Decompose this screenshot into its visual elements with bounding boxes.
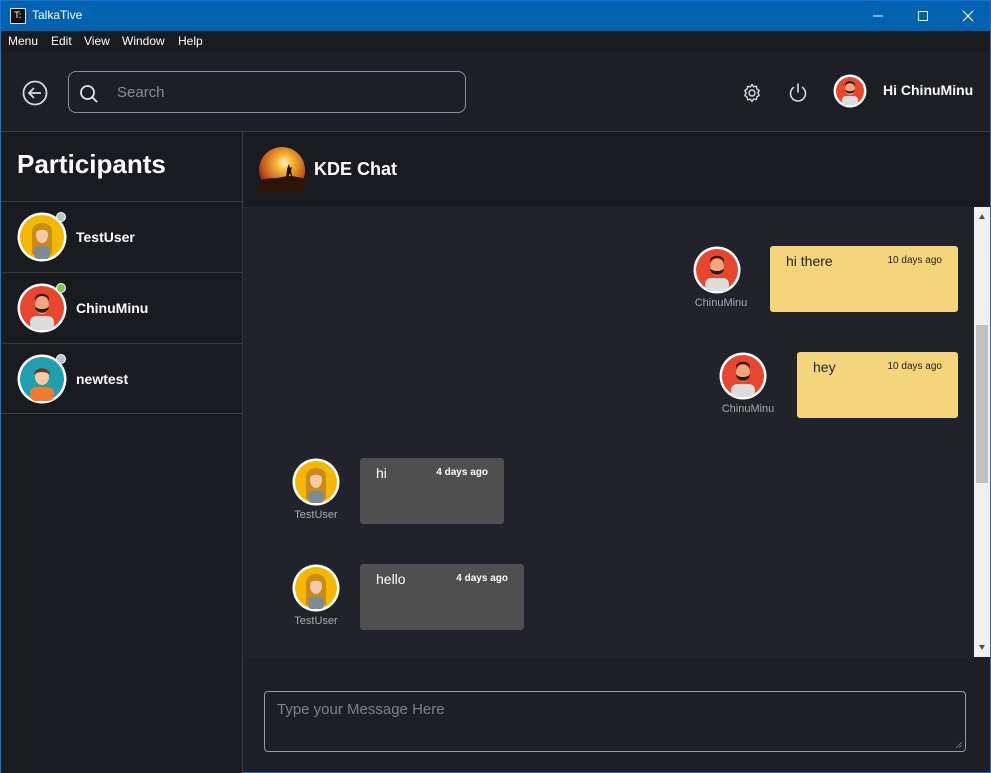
status-dot bbox=[56, 354, 66, 364]
close-button[interactable] bbox=[945, 1, 991, 31]
message-text: hey bbox=[813, 359, 836, 375]
sender-avatar bbox=[292, 458, 340, 506]
menu-item-menu[interactable]: Menu bbox=[8, 34, 38, 48]
sender-avatar bbox=[693, 246, 741, 294]
message-sender: TestUser bbox=[294, 615, 338, 627]
message-bubble: hi there 10 days ago bbox=[770, 246, 958, 312]
scrollbar-thumb[interactable] bbox=[976, 325, 988, 483]
menu-item-window[interactable]: Window bbox=[122, 34, 165, 48]
minimize-icon bbox=[873, 15, 883, 17]
message-scrollbar[interactable] bbox=[974, 207, 990, 657]
status-dot bbox=[56, 283, 66, 293]
chat-header: KDE Chat bbox=[244, 132, 990, 207]
participants-sidebar: Participants TestUser ChinuMinu newtest bbox=[1, 132, 243, 773]
message-list[interactable]: ChinuMinu hi there 10 days ago ChinuMinu… bbox=[244, 207, 990, 657]
back-arrow-icon[interactable] bbox=[22, 80, 48, 106]
message-composer bbox=[264, 691, 966, 752]
resize-grip-icon[interactable] bbox=[955, 741, 963, 749]
search-icon bbox=[80, 85, 98, 103]
power-icon[interactable] bbox=[786, 81, 810, 105]
minimize-button[interactable] bbox=[855, 1, 901, 31]
scroll-down-icon[interactable] bbox=[978, 643, 986, 651]
close-icon bbox=[962, 10, 974, 22]
message-bubble: hi 4 days ago bbox=[360, 458, 504, 524]
participant-item-newtest[interactable]: newtest bbox=[1, 343, 242, 414]
sidebar-title: Participants bbox=[17, 149, 166, 179]
app-logo-icon: T: bbox=[10, 8, 26, 24]
user-avatar[interactable] bbox=[833, 74, 867, 108]
participant-name: TestUser bbox=[76, 229, 135, 245]
message-input[interactable] bbox=[277, 701, 953, 743]
message-sender: ChinuMinu bbox=[721, 403, 775, 415]
status-dot bbox=[56, 212, 66, 222]
group-avatar bbox=[259, 147, 305, 193]
participant-name: ChinuMinu bbox=[76, 300, 149, 316]
message-text: hello bbox=[376, 571, 406, 587]
sender-avatar bbox=[292, 564, 340, 612]
message-time: 4 days ago bbox=[456, 573, 508, 584]
title-bar: T: TalkaTive bbox=[1, 1, 990, 31]
message-time: 10 days ago bbox=[887, 255, 943, 266]
participant-name: newtest bbox=[76, 371, 129, 387]
message-sender: ChinuMinu bbox=[694, 297, 748, 309]
message-bubble: hey 10 days ago bbox=[797, 352, 958, 418]
app-window: T: TalkaTive Menu Edit View Window Help bbox=[0, 0, 991, 773]
window-title: TalkaTive bbox=[32, 8, 83, 22]
menu-item-view[interactable]: View bbox=[84, 34, 110, 48]
maximize-button[interactable] bbox=[900, 1, 946, 31]
message-time: 4 days ago bbox=[436, 467, 488, 478]
gear-icon[interactable] bbox=[740, 82, 764, 106]
chat-title: KDE Chat bbox=[314, 159, 398, 179]
scroll-up-icon[interactable] bbox=[978, 213, 986, 221]
search-input[interactable] bbox=[117, 81, 447, 103]
message-sender: TestUser bbox=[294, 509, 338, 521]
participant-item-testuser[interactable]: TestUser bbox=[1, 201, 242, 272]
menu-item-edit[interactable]: Edit bbox=[51, 34, 72, 48]
app-header: Hi ChinuMinu bbox=[1, 52, 990, 132]
message-text: hi bbox=[376, 465, 387, 481]
maximize-icon bbox=[918, 11, 928, 21]
message-time: 10 days ago bbox=[887, 361, 943, 372]
sender-avatar bbox=[719, 352, 767, 400]
menu-bar: Menu Edit View Window Help bbox=[1, 31, 990, 52]
menu-item-help[interactable]: Help bbox=[178, 34, 203, 48]
greeting-text: Hi ChinuMinu bbox=[883, 82, 974, 98]
search-box bbox=[68, 71, 466, 113]
message-text: hi there bbox=[786, 253, 833, 269]
message-bubble: hello 4 days ago bbox=[360, 564, 524, 630]
participant-item-chinuminu[interactable]: ChinuMinu bbox=[1, 272, 242, 343]
